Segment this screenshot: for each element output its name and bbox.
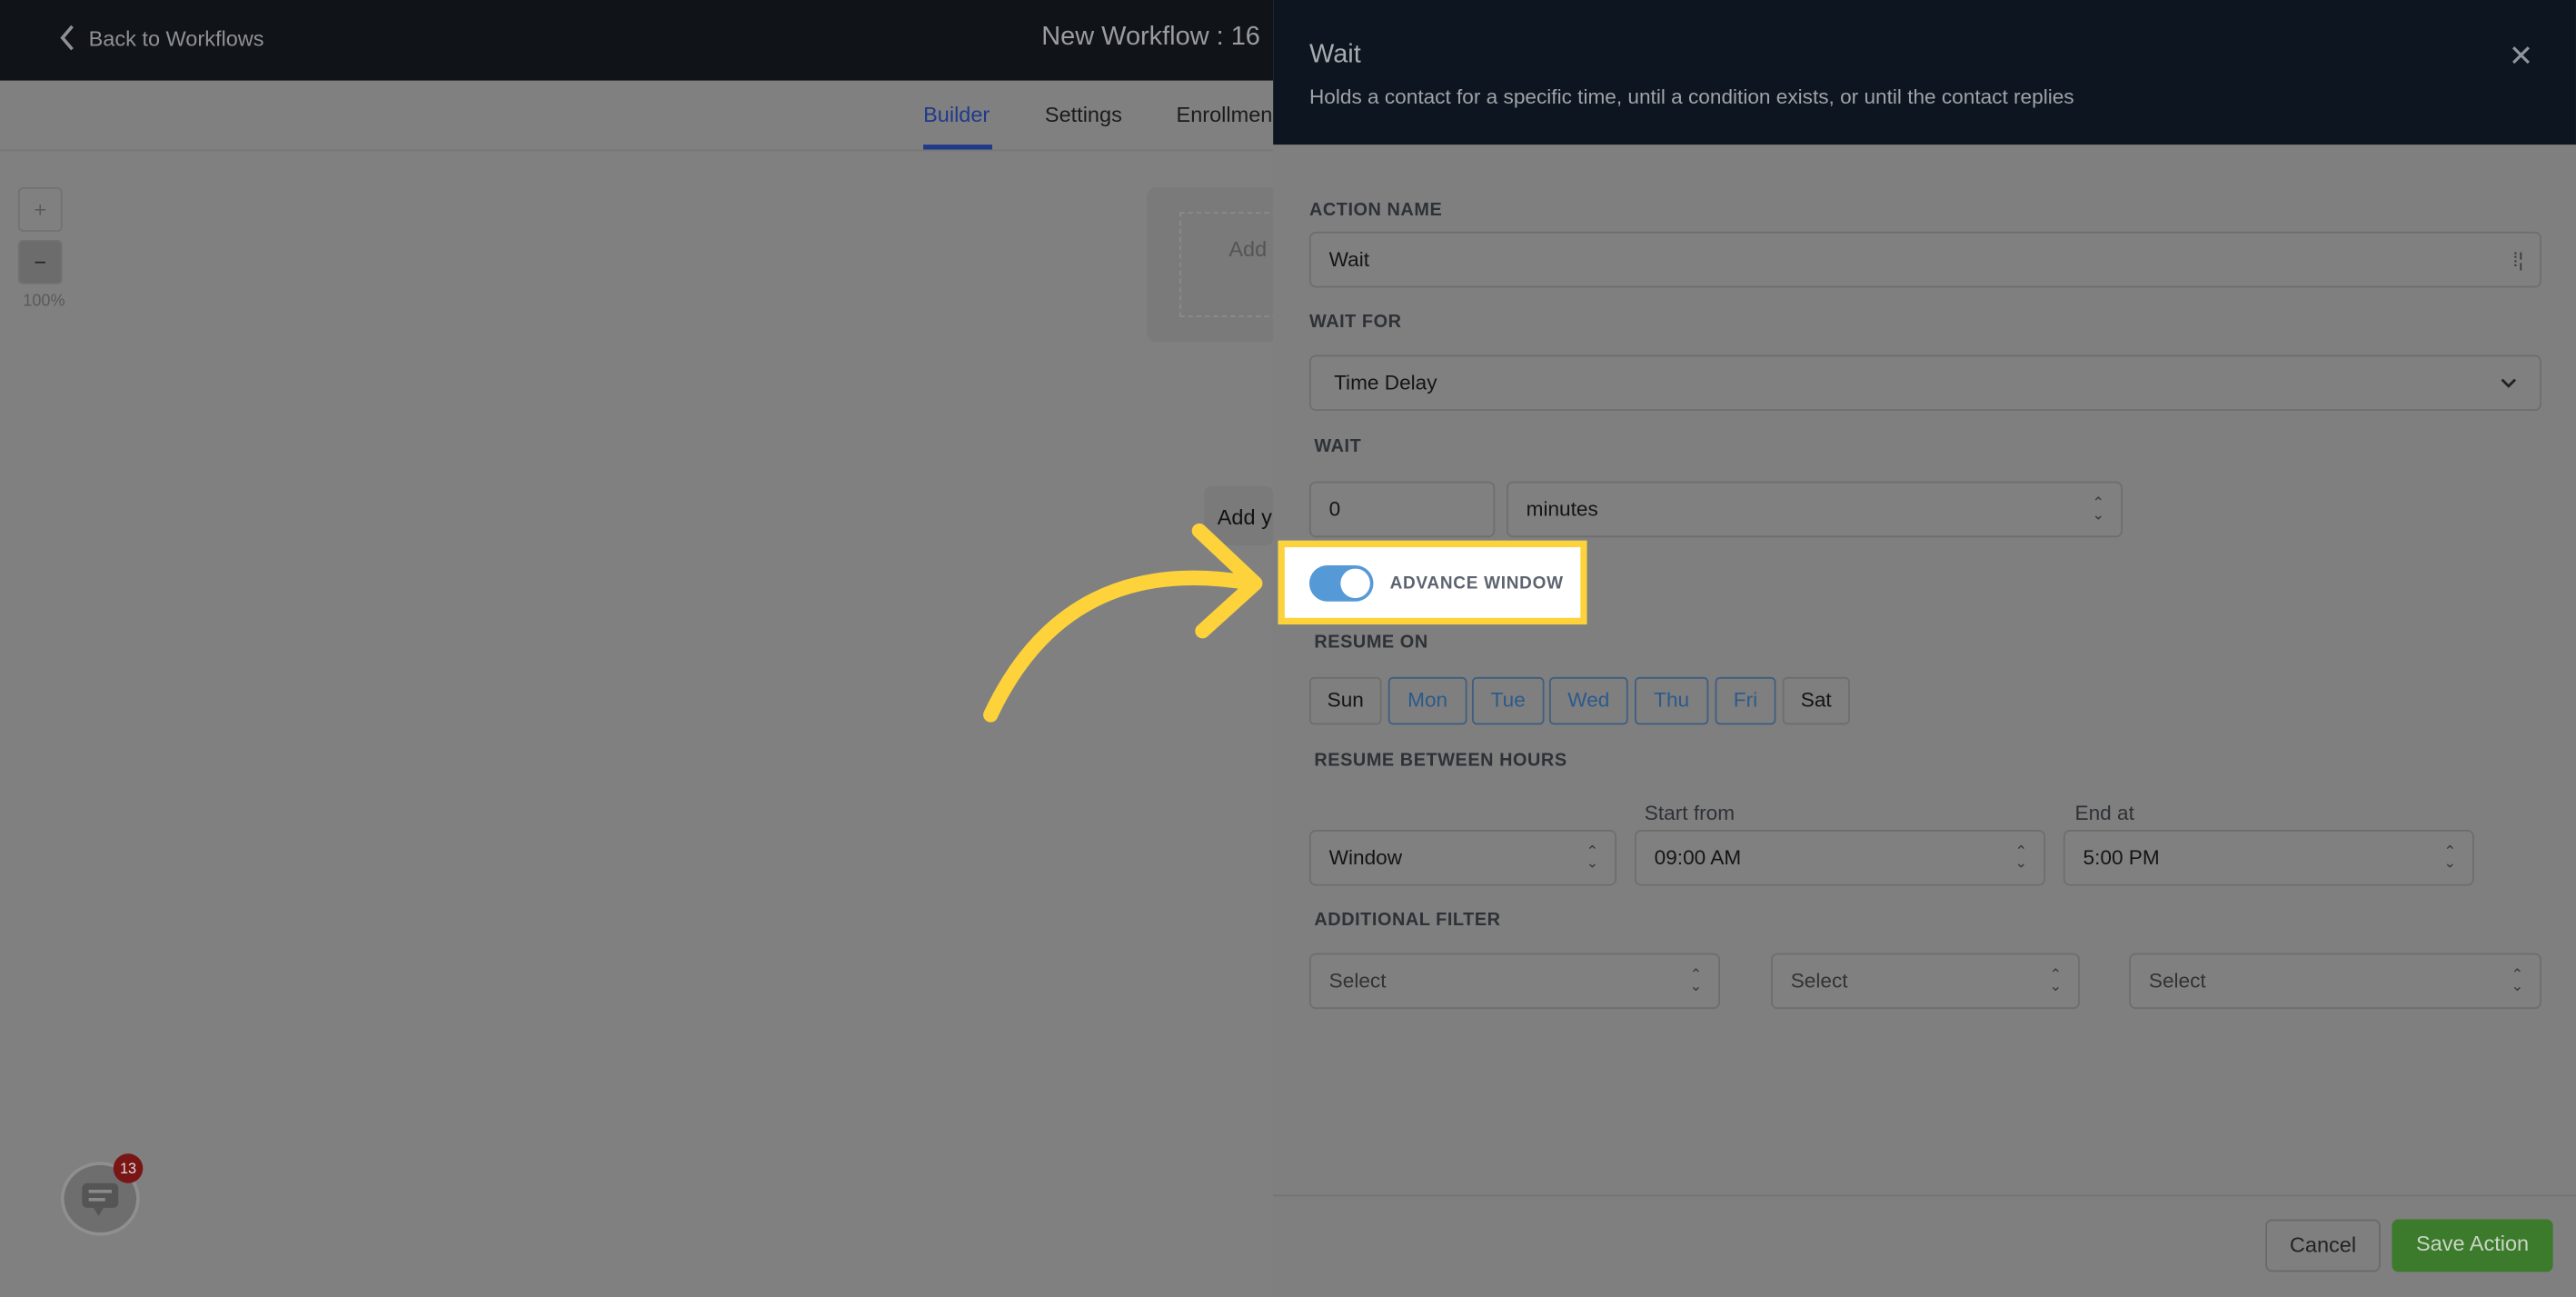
filter-select-1[interactable]: Select ⌃ ⌄: [1308, 953, 1720, 1010]
filter-placeholder: Select: [1790, 969, 1848, 993]
day-tue[interactable]: Tue: [1471, 676, 1545, 725]
start-from-label: Start from: [1644, 802, 1736, 825]
pointer-arrow-icon: [983, 523, 1263, 723]
resume-between-hours-label: RESUME BETWEEN HOURS: [1314, 751, 1567, 771]
notification-badge: 13: [113, 1153, 144, 1183]
filter-placeholder: Select: [1328, 969, 1387, 993]
filter-select-3[interactable]: Select ⌃ ⌄: [2129, 953, 2541, 1010]
day-mon[interactable]: Mon: [1387, 676, 1467, 725]
start-time-select[interactable]: 09:00 AM ⌃ ⌄: [1634, 830, 2045, 886]
window-select[interactable]: Window ⌃ ⌄: [1308, 830, 1617, 886]
filter-select-2[interactable]: Select ⌃ ⌄: [1771, 953, 2080, 1010]
updown-icon: ⌃ ⌄: [2511, 966, 2524, 994]
start-time-value: 09:00 AM: [1654, 846, 1742, 870]
day-sat[interactable]: Sat: [1782, 676, 1850, 725]
chat-icon: [82, 1182, 119, 1216]
day-thu[interactable]: Thu: [1634, 676, 1709, 725]
updown-icon: ⌃ ⌄: [2014, 843, 2028, 872]
save-action-button[interactable]: Save Action: [2392, 1219, 2553, 1272]
end-at-label: End at: [2074, 802, 2134, 825]
updown-icon: ⌃ ⌄: [1689, 966, 1703, 994]
additional-filter-label: ADDITIONAL FILTER: [1314, 910, 1501, 931]
updown-icon: ⌃ ⌄: [2443, 843, 2456, 872]
end-time-value: 5:00 PM: [2083, 846, 2160, 870]
window-value: Window: [1328, 846, 1403, 870]
day-fri[interactable]: Fri: [1715, 676, 1776, 725]
resume-on-label: RESUME ON: [1314, 633, 1428, 653]
cancel-button[interactable]: Cancel: [2265, 1219, 2381, 1272]
filter-placeholder: Select: [2148, 969, 2206, 993]
day-wed[interactable]: Wed: [1548, 676, 1628, 725]
updown-icon: ⌃ ⌄: [2049, 966, 2063, 994]
updown-icon: ⌃ ⌄: [1586, 843, 1599, 872]
app: Back to Workflows New Workflow : 16 Buil…: [0, 0, 2576, 1297]
footer-divider: [1273, 1194, 2576, 1197]
day-sun[interactable]: Sun: [1308, 676, 1382, 725]
end-time-select[interactable]: 5:00 PM ⌃ ⌄: [2063, 830, 2474, 886]
